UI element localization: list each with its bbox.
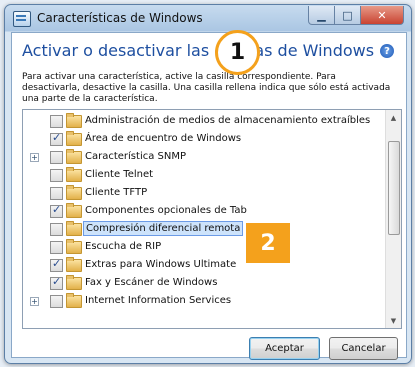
help-icon[interactable]: ? <box>380 44 394 58</box>
feature-checkbox[interactable] <box>50 241 63 254</box>
feature-label: Fax y Escáner de Windows <box>85 277 218 288</box>
feature-row[interactable]: Área de encuentro de Windows <box>23 130 383 148</box>
scroll-thumb[interactable] <box>388 141 400 235</box>
vertical-scrollbar[interactable]: ▲ ▼ <box>385 110 401 328</box>
feature-label: Cliente TFTP <box>85 187 148 198</box>
feature-checkbox[interactable] <box>50 131 63 146</box>
folder-icon <box>66 239 82 254</box>
folder-icon <box>66 221 82 236</box>
feature-checkbox[interactable] <box>50 257 63 272</box>
page-title: Activar o desactivar las cara as de Wind… <box>22 41 375 60</box>
title-bar[interactable]: Características de Windows ▁ □ ✕ <box>5 5 411 32</box>
instructions-text: Para activar una característica, active … <box>22 72 391 104</box>
feature-row[interactable]: + Internet Information Services <box>23 292 383 310</box>
close-icon: ✕ <box>377 8 387 22</box>
folder-icon <box>66 257 82 272</box>
feature-checkbox[interactable] <box>50 275 63 290</box>
feature-row[interactable]: Extras para Windows Ultimate <box>23 256 383 274</box>
feature-row[interactable]: Cliente TFTP <box>23 184 383 202</box>
feature-row[interactable]: + Característica SNMP <box>23 148 383 166</box>
feature-label: Internet Information Services <box>85 295 232 306</box>
feature-row[interactable]: Cliente Telnet <box>23 166 383 184</box>
folder-icon <box>66 203 82 218</box>
folder-icon <box>66 149 82 164</box>
maximize-icon: □ <box>342 8 353 22</box>
window-controls: ▁ □ ✕ <box>308 6 404 25</box>
minimize-icon: ▁ <box>317 8 326 22</box>
feature-row[interactable]: Compresión diferencial remota <box>23 220 383 238</box>
feature-label: Área de encuentro de Windows <box>85 133 242 144</box>
minimize-button[interactable]: ▁ <box>308 6 335 25</box>
close-button[interactable]: ✕ <box>361 6 404 25</box>
folder-icon <box>66 293 82 308</box>
folder-icon <box>66 185 82 200</box>
scroll-down-icon[interactable]: ▼ <box>386 313 401 328</box>
feature-label: Característica SNMP <box>85 151 187 162</box>
cancel-button[interactable]: Cancelar <box>329 337 398 360</box>
window-icon <box>13 11 31 27</box>
feature-label: Extras para Windows Ultimate <box>85 259 237 270</box>
folder-icon <box>66 167 82 182</box>
folder-icon <box>66 131 82 146</box>
folder-icon <box>66 275 82 290</box>
feature-checkbox[interactable] <box>50 151 63 164</box>
feature-checkbox[interactable] <box>50 223 63 236</box>
expand-icon[interactable]: + <box>30 297 39 306</box>
feature-row[interactable]: Fax y Escáner de Windows <box>23 274 383 292</box>
feature-label: Compresión diferencial remota <box>83 221 244 236</box>
folder-icon <box>66 113 82 128</box>
feature-row[interactable]: Administración de medios de almacenamien… <box>23 112 383 130</box>
expand-icon[interactable]: + <box>30 153 39 162</box>
features-dialog: Características de Windows ▁ □ ✕ Activar… <box>4 4 412 364</box>
callout-badge-2: 2 <box>246 223 290 263</box>
feature-checkbox[interactable] <box>50 203 63 218</box>
feature-label: Escucha de RIP <box>85 241 162 252</box>
feature-label: Administración de medios de almacenamien… <box>85 115 371 126</box>
scroll-up-icon[interactable]: ▲ <box>386 110 401 125</box>
ok-button[interactable]: Aceptar <box>249 337 320 360</box>
feature-label: Cliente Telnet <box>85 169 154 180</box>
feature-checkbox[interactable] <box>50 187 63 200</box>
window-title: Características de Windows <box>37 11 203 25</box>
dialog-body: Activar o desactivar las cara as de Wind… <box>11 32 407 360</box>
feature-row[interactable]: Escucha de RIP <box>23 238 383 256</box>
feature-row[interactable]: Componentes opcionales de Tab <box>23 202 383 220</box>
feature-checkbox[interactable] <box>50 115 63 128</box>
feature-checkbox[interactable] <box>50 169 63 182</box>
callout-badge-1: 1 <box>215 30 260 75</box>
feature-checkbox[interactable] <box>50 295 63 308</box>
maximize-button[interactable]: □ <box>335 6 361 25</box>
feature-label: Componentes opcionales de Tab <box>85 205 247 216</box>
features-tree: Administración de medios de almacenamien… <box>22 109 402 329</box>
